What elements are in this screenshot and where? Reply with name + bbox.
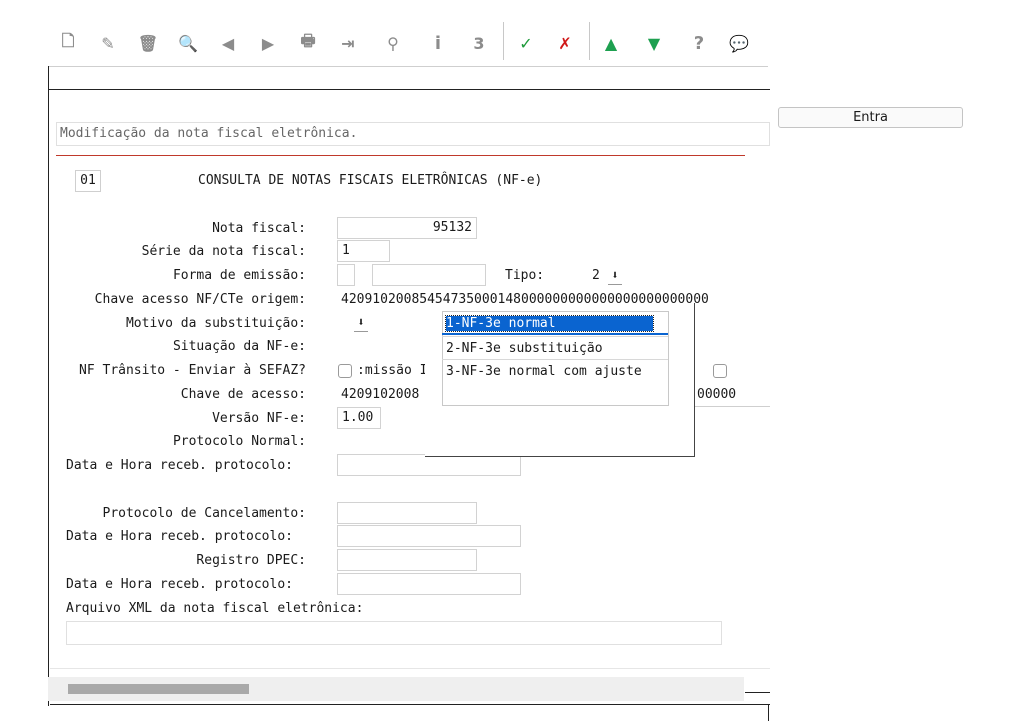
form-frame-left xyxy=(48,66,49,706)
status-message-field: Modificação da nota fiscal eletrônica. xyxy=(56,122,770,146)
import-icon[interactable]: ⇥ xyxy=(335,30,361,56)
nf-transito-checkbox[interactable] xyxy=(338,364,352,378)
dropdown-option[interactable]: 3-NF-3e normal com ajuste xyxy=(442,359,668,382)
registro-dpec-label: Registro DPEC: xyxy=(196,553,306,568)
forma-emissao-code-input[interactable] xyxy=(337,264,355,286)
arrow-up-icon[interactable]: ▲ xyxy=(598,30,624,56)
scrollbar-thumb[interactable] xyxy=(68,684,249,694)
bottom-divider xyxy=(50,668,770,669)
nota-fiscal-label: Nota fiscal: xyxy=(212,221,306,236)
data-hora-label-1: Data e Hora receb. protocolo: xyxy=(66,458,293,473)
forma-emissao-desc-input[interactable] xyxy=(372,264,486,286)
protocolo-cancel-label: Protocolo de Cancelamento: xyxy=(102,506,307,521)
header-divider xyxy=(48,66,768,67)
data-hora-input-1[interactable] xyxy=(337,454,521,476)
info-icon[interactable]: i xyxy=(425,30,451,56)
forma-emissao-label: Forma de emissão: xyxy=(172,268,306,283)
previous-icon[interactable]: ◀ xyxy=(215,30,241,56)
data-hora-label-3: Data e Hora receb. protocolo: xyxy=(66,577,293,592)
tipo-value: 2 xyxy=(592,268,600,283)
next-icon[interactable]: ▶ xyxy=(255,30,281,56)
accent-divider xyxy=(56,155,745,156)
data-hora-label-2: Data e Hora receb. protocolo: xyxy=(66,529,293,544)
chave-origem-label: Chave acesso NF/CTe origem: xyxy=(94,292,306,307)
versao-label: Versão NF-e: xyxy=(212,411,306,426)
bottom-frame-line xyxy=(745,692,770,693)
page-title: CONSULTA DE NOTAS FISCAIS ELETRÔNICAS (N… xyxy=(198,173,543,188)
tipo-dropdown-arrow-icon[interactable]: ⬇ xyxy=(608,266,622,285)
page-number-box: 01 xyxy=(75,170,101,192)
motivo-label: Motivo da substituição: xyxy=(125,316,306,331)
chave-acesso-value[interactable]: 4209102008 xyxy=(341,386,419,404)
confirm-check-icon[interactable]: ✓ xyxy=(513,30,539,56)
right-checkbox[interactable] xyxy=(713,364,727,378)
toolbar-separator xyxy=(589,22,590,60)
arquivo-xml-textarea[interactable] xyxy=(66,621,722,645)
serie-label: Série da nota fiscal: xyxy=(141,244,306,259)
serie-input[interactable]: 1 xyxy=(337,240,390,262)
comment-icon[interactable]: 💬 xyxy=(726,30,752,56)
tipo-label: Tipo: xyxy=(505,268,545,283)
chave-acesso-label: Chave de acesso: xyxy=(180,387,306,402)
protocolo-cancel-input[interactable] xyxy=(337,502,477,524)
numbered-list-icon[interactable]: 3 xyxy=(466,30,492,56)
toolbar-separator xyxy=(503,22,504,60)
dropdown-option[interactable]: 2-NF-3e substituição xyxy=(442,335,668,359)
dropdown-option-label: 1-NF-3e normal xyxy=(445,315,654,332)
nota-fiscal-input[interactable]: 95132 xyxy=(337,217,477,239)
situacao-label: Situação da NF-e: xyxy=(172,339,306,354)
edit-icon[interactable]: ✎ xyxy=(95,30,121,56)
new-record-icon[interactable]: 🗋 xyxy=(55,30,81,56)
nf-transito-label: NF Trânsito - Enviar à SEFAZ? xyxy=(79,363,306,378)
dropdown-option-label: 3-NF-3e normal com ajuste xyxy=(446,364,642,379)
motivo-dropdown-arrow-icon[interactable]: ⬇ xyxy=(354,313,368,332)
help-icon[interactable]: ? xyxy=(686,30,712,56)
registro-dpec-input[interactable] xyxy=(337,549,477,571)
arquivo-xml-label: Arquivo XML da nota fiscal eletrônica: xyxy=(66,601,364,616)
data-hora-input-3[interactable] xyxy=(337,573,521,595)
chave-acesso-tail: 00000 xyxy=(697,387,737,402)
chave-acesso-underline xyxy=(695,406,770,407)
protocolo-normal-label: Protocolo Normal: xyxy=(172,434,306,449)
entra-button[interactable]: Entra xyxy=(778,107,963,128)
search-icon[interactable]: 🔍 xyxy=(175,30,201,56)
delete-icon[interactable]: 🗑 xyxy=(135,30,161,56)
dropdown-option-label: 2-NF-3e substituição xyxy=(446,340,603,356)
bottom-frame-line-2 xyxy=(50,704,770,705)
bottom-frame-right xyxy=(768,704,769,721)
dropdown-option[interactable]: 1-NF-3e normal xyxy=(442,312,668,335)
versao-input[interactable]: 1.00 xyxy=(337,407,381,429)
print-icon[interactable]: 🖶 xyxy=(295,30,321,56)
emissao-partial-label: :missão I xyxy=(357,363,428,378)
arrow-down-icon[interactable]: ▼ xyxy=(641,30,667,56)
data-hora-input-2[interactable] xyxy=(337,525,521,547)
form-frame-top xyxy=(48,89,770,90)
cancel-x-icon[interactable]: ✗ xyxy=(552,30,578,56)
binoculars-icon[interactable]: ⚲ xyxy=(380,30,406,56)
